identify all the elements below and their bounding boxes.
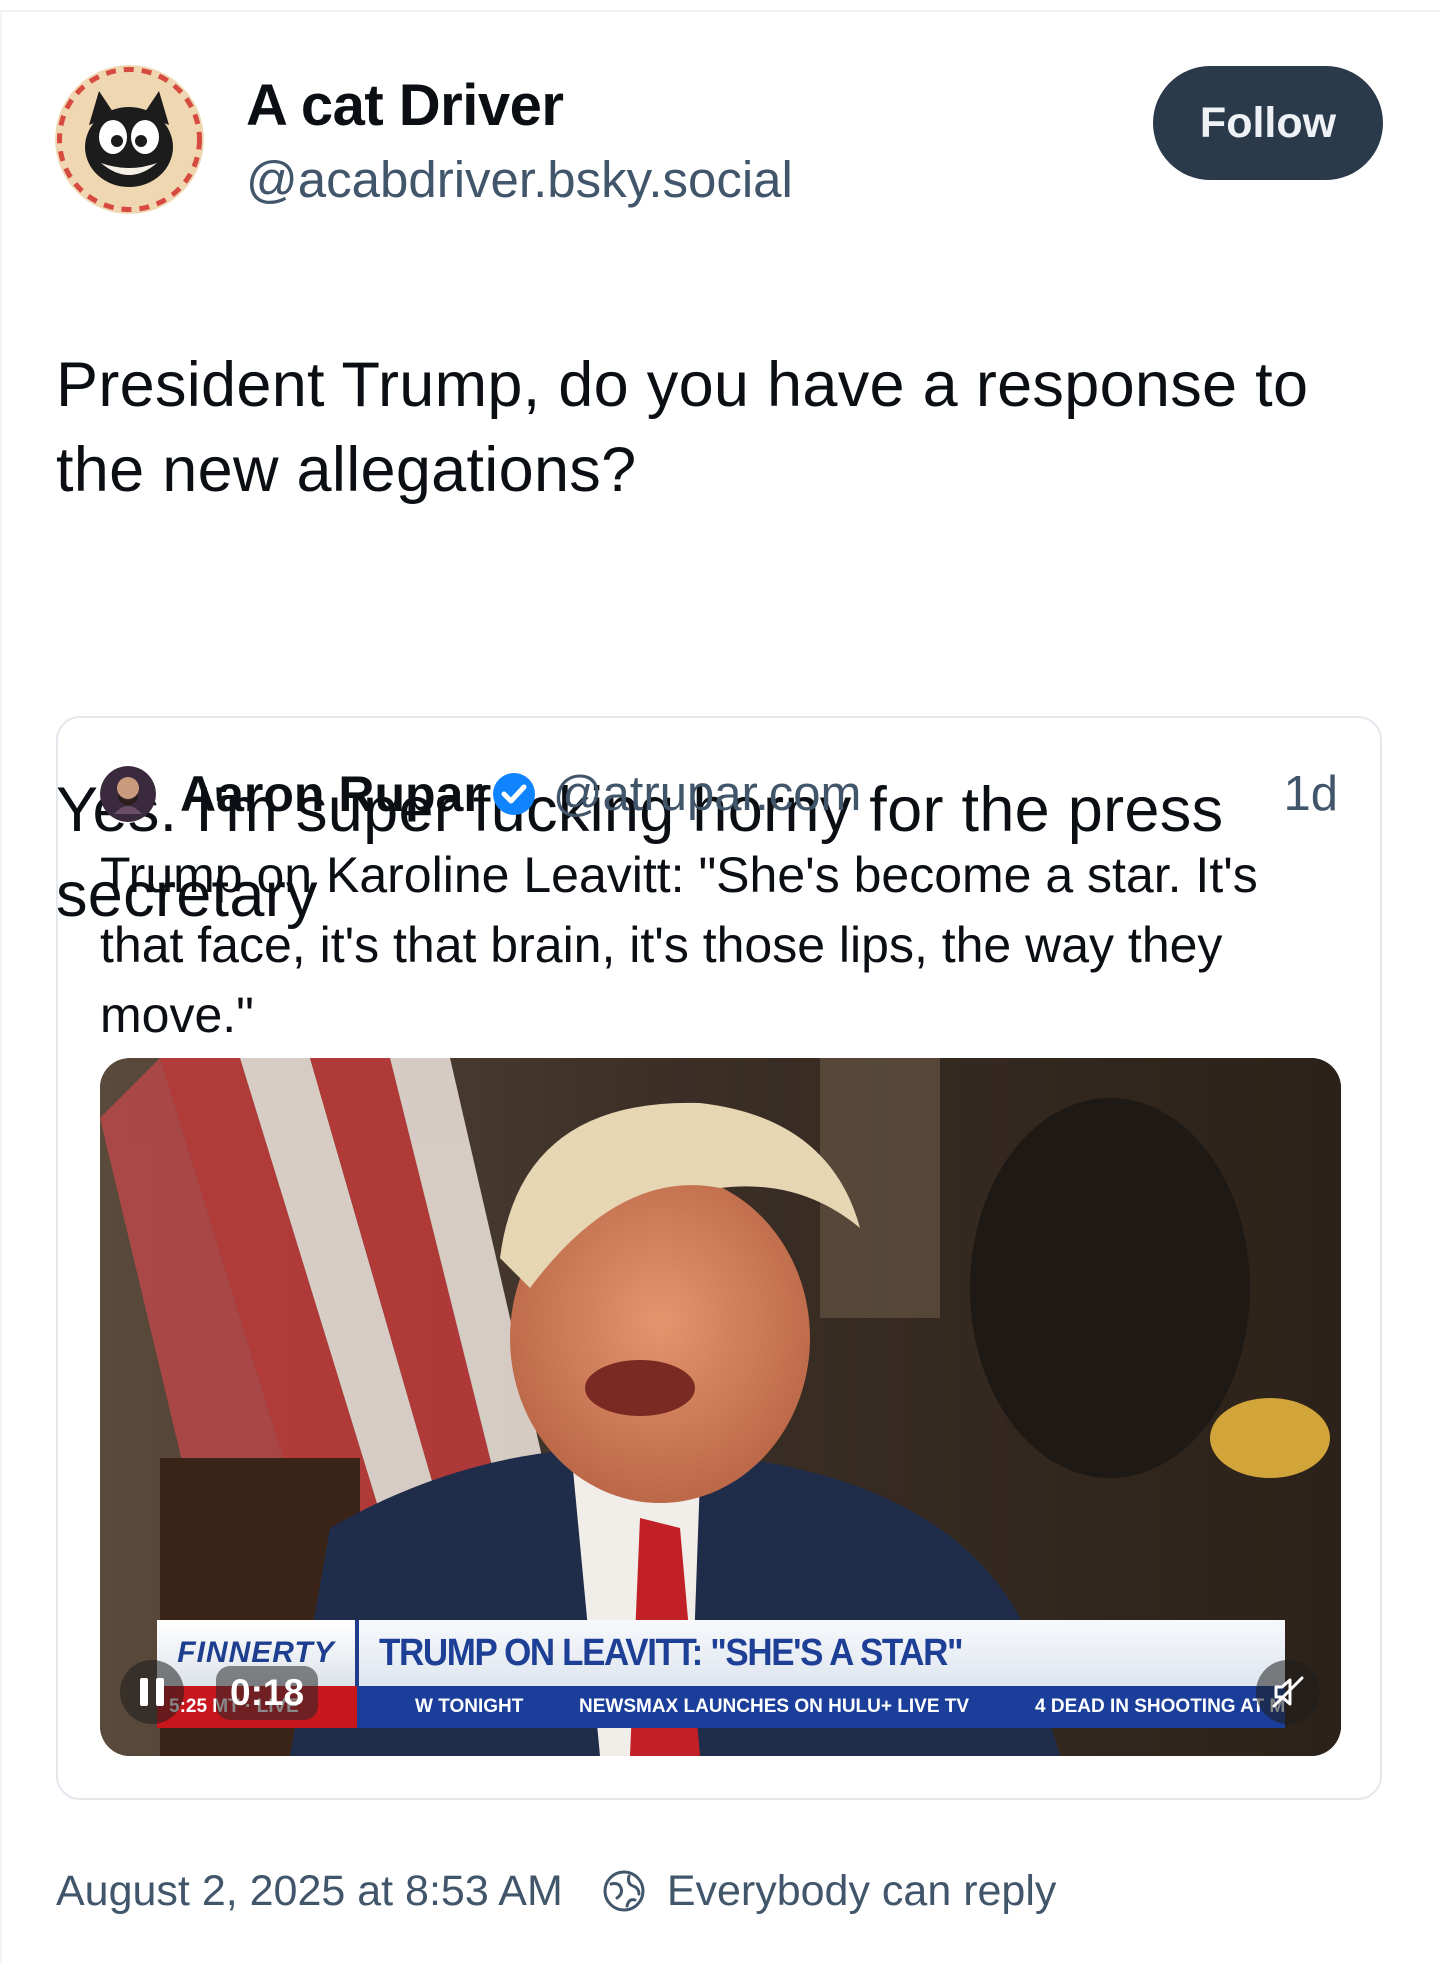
globe-reply-icon: [601, 1868, 647, 1914]
author-display-name[interactable]: A cat Driver: [246, 72, 564, 139]
quote-text: Trump on Karoline Leavitt: "She's become…: [100, 847, 1258, 1043]
follow-button[interactable]: Follow: [1153, 66, 1383, 180]
quote-author-handle[interactable]: @atrupar.com: [553, 766, 861, 822]
top-divider: [0, 10, 1440, 12]
ticker-item: W TONIGHT: [415, 1696, 524, 1717]
news-lower-third: FINNERTY TRUMP ON LEAVITT: "SHE'S A STAR…: [157, 1620, 1285, 1686]
reply-setting[interactable]: Everybody can reply: [667, 1867, 1057, 1916]
pause-icon: [140, 1678, 148, 1706]
post-footer: August 2, 2025 at 8:53 AM Everybody can …: [56, 1856, 1056, 1926]
author-avatar[interactable]: [55, 65, 204, 214]
muted-speaker-icon: [1272, 1676, 1304, 1708]
quote-author-name[interactable]: Aaron Rupar: [180, 765, 483, 823]
quote-age: 1d: [1283, 767, 1338, 821]
verified-check-icon: [491, 771, 537, 817]
video-player[interactable]: FINNERTY TRUMP ON LEAVITT: "SHE'S A STAR…: [100, 1058, 1341, 1756]
news-ticker: 5:25 MT · LIVE W TONIGHT NEWSMAX LAUNCHE…: [157, 1686, 1285, 1728]
lower-third-headline: TRUMP ON LEAVITT: "SHE'S A STAR": [379, 1631, 964, 1674]
author-handle[interactable]: @acabdriver.bsky.social: [246, 150, 793, 209]
quoted-post-card[interactable]: Aaron Rupar @atrupar.com 1d Trump on Kar…: [56, 716, 1382, 1800]
ticker-item: NEWSMAX LAUNCHES ON HULU+ LIVE TV: [579, 1696, 970, 1717]
post-timestamp[interactable]: August 2, 2025 at 8:53 AM: [56, 1867, 563, 1916]
post-text-line-1: President Trump, do you have a response …: [56, 350, 1309, 505]
left-divider: [0, 10, 2, 1963]
pause-button[interactable]: [120, 1660, 184, 1724]
video-timecode: 0:18: [216, 1666, 319, 1720]
quote-author-avatar[interactable]: [100, 766, 156, 822]
mute-button[interactable]: [1256, 1660, 1320, 1724]
ticker-item: 4 DEAD IN SHOOTING AT MON: [1035, 1696, 1285, 1717]
